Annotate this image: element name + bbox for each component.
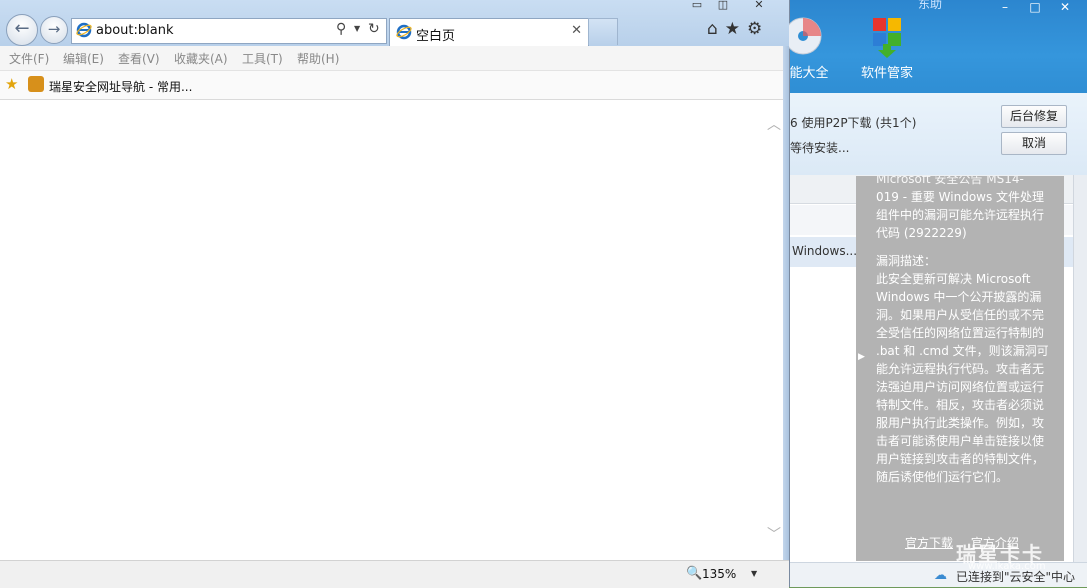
tool-software-manager[interactable]: 软件管家 <box>854 14 920 81</box>
menu-edit[interactable]: 编辑(E) <box>63 50 104 67</box>
gear-icon[interactable]: ⚙ <box>747 19 762 39</box>
tooltip-title-partial: Microsoft 安全公告 MS14- <box>876 176 1024 186</box>
menu-file[interactable]: 文件(F) <box>9 50 49 67</box>
search-icon[interactable]: ⚲ <box>336 21 346 37</box>
vulnerability-tooltip: ▶ Microsoft 安全公告 MS14- 019 - 重要 Windows … <box>856 176 1064 561</box>
close-icon[interactable]: ✕ <box>571 23 582 38</box>
ie-logo-icon <box>76 22 92 38</box>
triangle-right-icon: ▶ <box>858 352 865 362</box>
tool-software-manager-label: 软件管家 <box>860 66 913 81</box>
chevron-down-icon[interactable]: ▼ <box>751 569 757 578</box>
user-name: 东助 <box>918 0 943 11</box>
scroll-up-icon[interactable]: ︿ <box>767 114 781 134</box>
tab-title: 空白页 <box>416 29 456 44</box>
security-center-toolbar: 东助 – □ ✕ 能大全 软件管家 <box>784 0 1087 93</box>
address-url: about:blank <box>96 23 174 38</box>
close-icon[interactable]: ✕ <box>736 0 782 12</box>
menu-help[interactable]: 帮助(H) <box>297 50 339 67</box>
browser-status-bar: 🔍 135% ▼ <box>0 560 789 588</box>
page-content[interactable] <box>0 100 784 560</box>
cd-icon <box>784 14 831 58</box>
favorite-link[interactable]: 瑞星安全网址导航 - 常用... <box>49 78 192 95</box>
address-bar[interactable]: about:blank ⚲ ▼ ↻ <box>71 18 387 44</box>
restore-icon[interactable]: ◫ <box>710 0 736 12</box>
list-item-label: Windows... <box>792 244 858 258</box>
tooltip-title: 019 - 重要 Windows 文件处理组件中的漏洞可能允许远程执行代码 (2… <box>876 190 1045 240</box>
back-button[interactable]: ← <box>6 14 38 46</box>
tab-blank-page[interactable]: 空白页 ✕ <box>389 18 589 46</box>
download-status: 等待安装... <box>790 141 850 155</box>
arrow-left-icon: ← <box>14 18 30 39</box>
scroll-down-icon[interactable]: ﹀ <box>767 524 781 544</box>
cancel-button[interactable]: 取消 <box>1001 132 1067 155</box>
favorites-star-icon[interactable]: ★ <box>725 19 740 39</box>
favorites-bar: ★ 瑞星安全网址导航 - 常用... <box>0 71 783 100</box>
page-scrollbar[interactable]: ︿ ﹀ <box>764 100 783 560</box>
close-icon[interactable]: ✕ <box>1050 0 1080 16</box>
new-tab-button[interactable] <box>588 18 618 45</box>
browser-title-bar: ← → about:blank ⚲ ▼ ↻ 空白页 ✕ ▭ ◫ ✕ ⌂ ★ ⚙ <box>0 0 789 46</box>
download-info: 6 使用P2P下载 (共1个) <box>790 116 917 130</box>
add-favorite-star-icon[interactable]: ★ <box>5 75 18 93</box>
tooltip-desc-label: 漏洞描述： <box>876 254 937 268</box>
minimize-icon[interactable]: – <box>990 0 1020 16</box>
tool-functions[interactable]: 能大全 <box>784 14 834 81</box>
minimize-icon[interactable]: ▭ <box>684 0 710 12</box>
zoom-icon[interactable]: 🔍 <box>686 566 702 581</box>
refresh-icon[interactable]: ↻ <box>368 21 380 37</box>
rising-lion-icon <box>28 76 44 92</box>
security-window-controls: – □ ✕ <box>990 0 1080 16</box>
watermark-url: www.ikaka.com <box>968 561 1046 572</box>
forward-button[interactable]: → <box>40 16 68 44</box>
menu-bar: 文件(F) 编辑(E) 查看(V) 收藏夹(A) 工具(T) 帮助(H) <box>0 46 783 71</box>
official-download-link[interactable]: 官方下载 <box>905 536 953 550</box>
menu-favorites[interactable]: 收藏夹(A) <box>174 50 228 67</box>
browser-window-controls: ▭ ◫ ✕ <box>684 0 782 12</box>
menu-view[interactable]: 查看(V) <box>118 50 160 67</box>
ie-logo-icon <box>396 24 412 40</box>
browser-frame-edge <box>783 46 789 560</box>
zoom-level[interactable]: 135% <box>702 567 736 581</box>
software-manager-icon <box>865 14 909 58</box>
cloud-icon: ☁ <box>934 568 947 583</box>
browser-window: ← → about:blank ⚲ ▼ ↻ 空白页 ✕ ▭ ◫ ✕ ⌂ ★ ⚙ … <box>0 0 789 588</box>
tooltip-desc: 此安全更新可解决 Microsoft Windows 中一个公开披露的漏洞。如果… <box>876 272 1049 484</box>
arrow-right-icon: → <box>47 20 61 38</box>
tool-functions-label: 能大全 <box>789 66 829 81</box>
download-panel: 6 使用P2P下载 (共1个) 等待安装... 后台修复 取消 <box>790 93 1087 176</box>
list-scrollbar[interactable] <box>1073 175 1087 587</box>
chevron-down-icon[interactable]: ▼ <box>354 24 360 33</box>
menu-tools[interactable]: 工具(T) <box>242 50 283 67</box>
home-icon[interactable]: ⌂ <box>707 19 718 39</box>
background-repair-button[interactable]: 后台修复 <box>1001 105 1067 128</box>
maximize-icon[interactable]: □ <box>1020 0 1050 16</box>
browser-toolbar-icons: ⌂ ★ ⚙ <box>707 19 762 39</box>
